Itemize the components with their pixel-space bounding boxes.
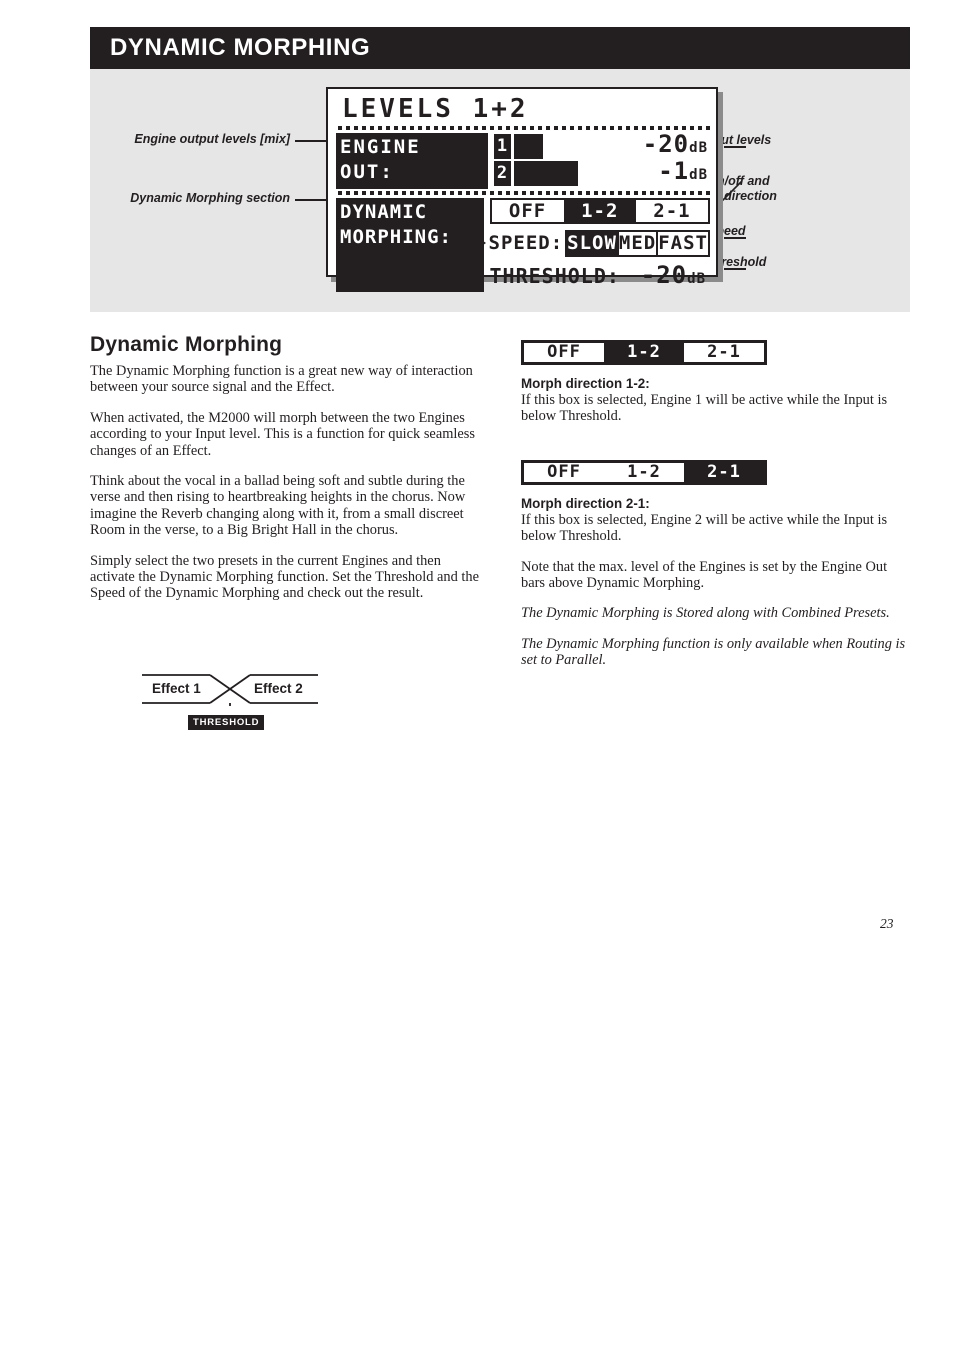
lcd-speed-selector[interactable]: SLOW MED FAST: [565, 229, 710, 257]
page-title: DYNAMIC MORPHING: [110, 34, 371, 61]
paragraph: The Dynamic Morphing function is a great…: [90, 363, 473, 396]
lcd-speed-option-med[interactable]: MED: [619, 231, 659, 255]
lcd-direction-selector[interactable]: OFF 1-2 2-1: [489, 198, 710, 224]
selector-option-1-2[interactable]: 1-2: [604, 343, 684, 362]
lcd-engine-bar-row: 2 -1dB: [494, 157, 710, 187]
lcd-engine-2-unit: dB: [689, 167, 708, 183]
heading-morph-direction-1-2: Morph direction 1-2:: [521, 376, 650, 391]
callout-dynamic-morphing-section: Dynamic Morphing section: [130, 191, 290, 205]
page-header-bar: DYNAMIC MORPHING: [90, 27, 910, 69]
section-title: Dynamic Morphing: [90, 333, 283, 356]
lcd-engine-2-index: 2: [494, 161, 511, 186]
lcd-engine-out-label-line1: ENGINE: [340, 136, 421, 158]
paragraph-italic-stored: The Dynamic Morphing is Stored along wit…: [521, 605, 890, 622]
lcd-speed-option-fast[interactable]: FAST: [658, 232, 708, 255]
lcd-engine-2-bar-fill: [514, 161, 579, 186]
paragraph-italic-routing: The Dynamic Morphing function is only av…: [521, 635, 906, 669]
selector-option-2-1[interactable]: 2-1: [684, 462, 764, 482]
lcd-engine-out-label-line2: OUT:: [340, 161, 394, 183]
threshold-chip: THRESHOLD: [188, 715, 265, 730]
lcd-threshold-value[interactable]: -20dB: [620, 261, 710, 289]
morph-direction-1-2-selector[interactable]: OFF 1-2 2-1: [521, 340, 767, 365]
lcd-engine-1-bar[interactable]: [514, 134, 602, 159]
selector-option-1-2[interactable]: 1-2: [604, 462, 684, 482]
effect-1-label: Effect 1: [152, 681, 201, 696]
paragraph: When activated, the M2000 will morph bet…: [90, 409, 475, 459]
lcd-engine-1-value: -20dB: [642, 130, 708, 158]
lcd-engine-1-bar-fill: [514, 134, 544, 159]
lcd-engine-1-unit: dB: [689, 140, 708, 156]
lcd-direction-option-off[interactable]: OFF: [491, 200, 564, 222]
lcd-engine-bars: 1 -20dB 2 -1dB: [488, 130, 710, 189]
paragraph: If this box is selected, Engine 2 will b…: [521, 511, 888, 545]
lcd-engine-2-value: -1dB: [658, 157, 708, 185]
lcd-speed-option-slow[interactable]: SLOW: [567, 231, 619, 255]
lcd-speed-row: SPEED: SLOW MED FAST: [475, 229, 710, 257]
selector-option-2-1[interactable]: 2-1: [684, 343, 764, 362]
lcd-display: LEVELS 1+2 ENGINE OUT: 1 -20dB 2 -1dB DY…: [326, 87, 718, 292]
lcd-divider-mid: [338, 191, 710, 195]
selector-option-off[interactable]: OFF: [524, 462, 604, 482]
selector-option-off[interactable]: OFF: [524, 343, 604, 362]
lcd-speed-label: SPEED:: [488, 232, 564, 254]
lcd-engine-bar-row: 1 -20dB: [494, 130, 710, 160]
lcd-engine-out-section: ENGINE OUT: 1 -20dB 2 -1dB: [336, 130, 710, 189]
lcd-dynamic-label-line2: MORPHING:: [340, 226, 452, 248]
paragraph: Think about the vocal in a ballad being …: [90, 473, 466, 539]
lcd-threshold-unit: dB: [687, 271, 706, 287]
paragraph-note: Note that the max. level of the Engines …: [521, 558, 888, 592]
lcd-engine-1-index: 1: [494, 134, 511, 159]
effect-crossover-diagram: Effect 1 Effect 2 THRESHOLD: [140, 672, 320, 730]
lcd-dynamic-morphing-label: DYNAMIC MORPHING:: [336, 198, 484, 292]
heading-morph-direction-2-1: Morph direction 2-1:: [521, 495, 650, 511]
left-text-column: Dynamic Morphing The Dynamic Morphing fu…: [90, 333, 486, 616]
right-text-column: OFF 1-2 2-1 Morph direction 1-2: If this…: [521, 333, 911, 683]
lcd-dynamic-controls: OFF 1-2 2-1 SPEED: SLOW MED FAST THRESHO…: [475, 198, 711, 292]
cursor-arrow-icon: [475, 236, 486, 250]
lcd-threshold-row: THRESHOLD: -20dB: [490, 261, 711, 289]
effect-2-label: Effect 2: [254, 681, 303, 696]
lcd-dynamic-morphing-section: DYNAMIC MORPHING: OFF 1-2 2-1 SPEED: SLO…: [336, 198, 710, 292]
lcd-engine-2-bar[interactable]: [514, 161, 602, 186]
paragraph: Simply select the two presets in the cur…: [90, 552, 479, 602]
lcd-engine-out-label: ENGINE OUT:: [336, 133, 488, 189]
lcd-direction-option-2-1[interactable]: 2-1: [635, 200, 709, 222]
lcd-threshold-label: THRESHOLD:: [489, 264, 620, 288]
lcd-direction-option-1-2[interactable]: 1-2: [563, 200, 636, 222]
callout-engine-output-levels-mix: Engine output levels [mix]: [134, 132, 290, 146]
paragraph: If this box is selected, Engine 1 will b…: [521, 392, 888, 425]
page-number: 23: [880, 916, 894, 931]
morph-direction-2-1-selector[interactable]: OFF 1-2 2-1: [521, 459, 767, 485]
lcd-dynamic-label-line1: DYNAMIC: [340, 201, 428, 223]
lcd-screen-title: LEVELS 1+2: [342, 94, 529, 124]
